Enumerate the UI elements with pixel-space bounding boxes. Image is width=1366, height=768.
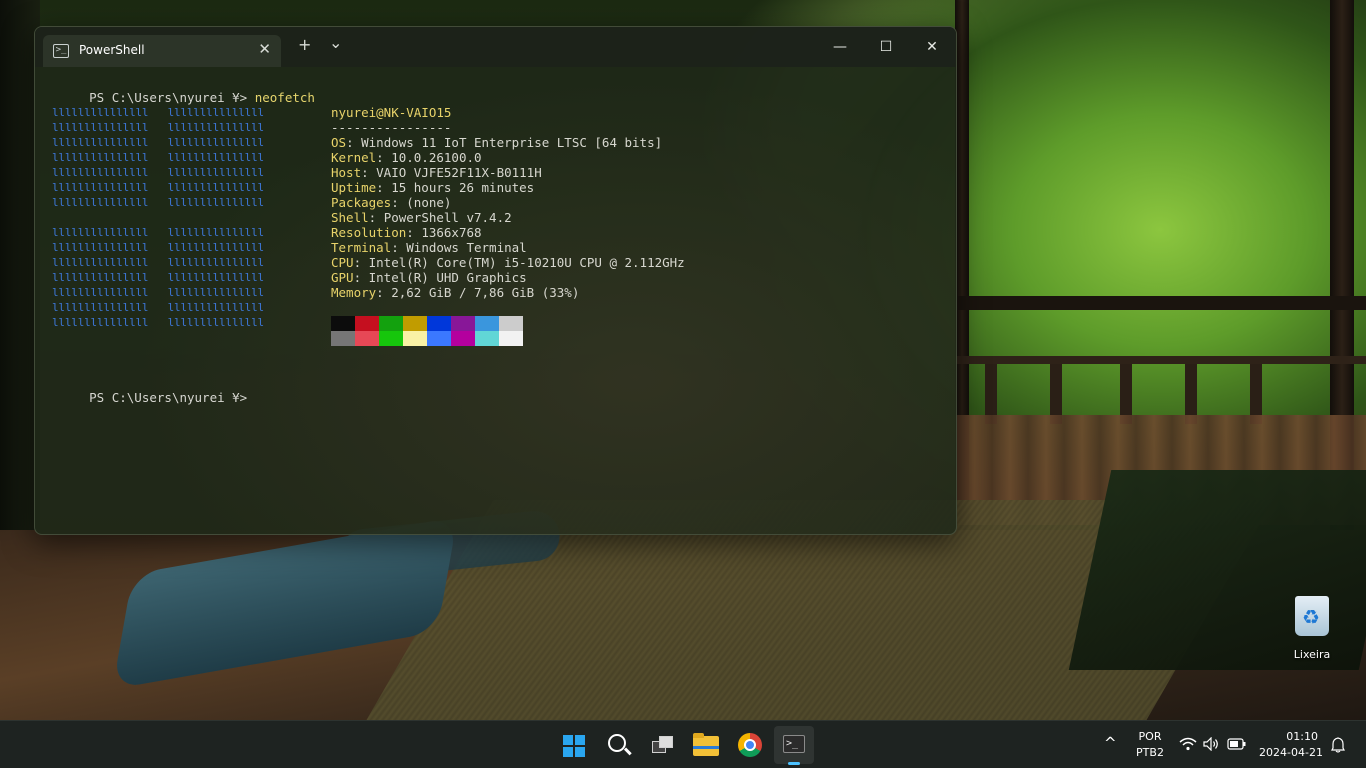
info-row: Memory: 2,62 GiB / 7,86 GiB (33%)	[331, 285, 685, 300]
chrome-icon	[738, 733, 762, 757]
prompt: PS C:\Users\nyurei ¥>	[89, 390, 248, 405]
task-view-button[interactable]	[642, 726, 682, 764]
color-swatch	[403, 331, 427, 346]
folder-icon	[693, 733, 719, 756]
active-indicator	[788, 762, 800, 765]
info-row: Resolution: 1366x768	[331, 225, 685, 240]
info-value: : VAIO VJFE52F11X-B0111H	[361, 165, 542, 180]
color-swatch	[403, 316, 427, 331]
title-bar[interactable]: >_ PowerShell ✕ + ⌄ — ☐ ✕	[35, 27, 956, 67]
chrome-button[interactable]	[730, 726, 770, 764]
info-value: : Intel(R) UHD Graphics	[353, 270, 527, 285]
user-host: nyurei@NK-VAIO15	[331, 105, 452, 120]
recycle-bin-desktop-icon[interactable]: Lixeira	[1286, 596, 1338, 661]
terminal-taskbar-button[interactable]: >_	[774, 726, 814, 765]
input-language[interactable]: POR PTB2	[1134, 730, 1166, 759]
info-row: OS: Windows 11 IoT Enterprise LTSC [64 b…	[331, 135, 685, 150]
color-swatch	[379, 316, 403, 331]
terminal-icon: >_	[783, 735, 805, 753]
info-value: : Windows Terminal	[391, 240, 527, 255]
info-key: CPU	[331, 255, 354, 270]
clock-date: 2024-04-21	[1259, 746, 1323, 759]
maximize-button[interactable]: ☐	[863, 33, 909, 61]
task-view-icon	[652, 736, 673, 753]
language-code: POR	[1138, 730, 1162, 743]
color-swatch	[355, 331, 379, 346]
wifi-icon[interactable]	[1179, 737, 1197, 751]
info-value: : PowerShell v7.4.2	[368, 210, 512, 225]
prompt: PS C:\Users\nyurei ¥>	[89, 90, 255, 105]
color-swatch	[331, 316, 355, 331]
color-swatch	[451, 331, 475, 346]
color-palette	[331, 316, 523, 346]
battery-icon[interactable]	[1227, 738, 1247, 750]
info-row: Terminal: Windows Terminal	[331, 240, 685, 255]
color-swatch	[475, 316, 499, 331]
tab-close-button[interactable]: ✕	[258, 40, 271, 58]
tab-title: PowerShell	[79, 43, 145, 57]
color-swatch	[427, 316, 451, 331]
info-key: GPU	[331, 270, 354, 285]
info-value: : 2,62 GiB / 7,86 GiB (33%)	[376, 285, 580, 300]
clock[interactable]: 01:10 2024-04-21	[1258, 730, 1324, 759]
file-explorer-button[interactable]	[686, 726, 726, 764]
info-row: Packages: (none)	[331, 195, 685, 210]
windows-start-icon	[563, 735, 585, 757]
powershell-icon: >_	[53, 44, 69, 58]
start-button[interactable]	[553, 726, 593, 764]
info-value: : Intel(R) Core(TM) i5-10210U CPU @ 2.11…	[353, 255, 685, 270]
search-button[interactable]	[598, 726, 638, 764]
color-swatch	[499, 316, 523, 331]
color-swatch	[451, 316, 475, 331]
info-row: Kernel: 10.0.26100.0	[331, 150, 685, 165]
volume-icon[interactable]	[1203, 737, 1219, 751]
info-value: : Windows 11 IoT Enterprise LTSC [64 bit…	[346, 135, 663, 150]
logo-top: lllllllllllllll lllllllllllllll llllllll…	[52, 106, 264, 209]
info-row: Shell: PowerShell v7.4.2	[331, 210, 685, 225]
info-value: : 1366x768	[406, 225, 482, 240]
info-key: Host	[331, 165, 362, 180]
color-swatch	[427, 331, 451, 346]
info-key: OS	[331, 135, 347, 150]
info-row: GPU: Intel(R) UHD Graphics	[331, 270, 685, 285]
clock-time: 01:10	[1286, 730, 1318, 743]
system-info: nyurei@NK-VAIO15 ---------------- OS: Wi…	[331, 105, 685, 300]
info-key: Packages	[331, 195, 392, 210]
info-key: Terminal	[331, 240, 392, 255]
color-swatch	[379, 331, 403, 346]
info-value: : 15 hours 26 minutes	[376, 180, 535, 195]
info-value: : (none)	[391, 195, 452, 210]
command-text: neofetch	[254, 90, 315, 105]
separator: ----------------	[331, 120, 452, 135]
taskbar: >_ ^ POR PTB2 01:10 2024-04-21	[0, 720, 1366, 768]
info-key: Uptime	[331, 180, 377, 195]
search-icon	[608, 734, 626, 752]
keyboard-layout: PTB2	[1136, 746, 1164, 759]
close-button[interactable]: ✕	[909, 33, 955, 61]
recycle-bin-label: Lixeira	[1293, 648, 1331, 661]
notification-bell-icon[interactable]	[1331, 737, 1345, 753]
tab-dropdown-button[interactable]: ⌄	[329, 33, 342, 52]
logo-bottom: lllllllllllllll lllllllllllllll llllllll…	[52, 226, 264, 329]
info-key: Resolution	[331, 225, 407, 240]
tray-overflow-chevron-icon[interactable]: ^	[1104, 734, 1117, 752]
color-swatch	[475, 331, 499, 346]
windows-ascii-logo: lllllllllllllll lllllllllllllll llllllll…	[52, 105, 264, 329]
info-key: Kernel	[331, 150, 377, 165]
tab-powershell[interactable]: >_ PowerShell ✕	[43, 35, 281, 67]
color-swatch	[499, 331, 523, 346]
recycle-bin-icon	[1295, 596, 1329, 636]
color-swatch	[355, 316, 379, 331]
info-value: : 10.0.26100.0	[376, 150, 482, 165]
info-row: Uptime: 15 hours 26 minutes	[331, 180, 685, 195]
info-key: Memory	[331, 285, 377, 300]
current-prompt: PS C:\Users\nyurei ¥>	[44, 375, 247, 420]
info-row: CPU: Intel(R) Core(TM) i5-10210U CPU @ 2…	[331, 255, 685, 270]
color-swatch	[331, 331, 355, 346]
info-row: Host: VAIO VJFE52F11X-B0111H	[331, 165, 685, 180]
new-tab-button[interactable]: +	[298, 35, 311, 54]
terminal-window[interactable]: >_ PowerShell ✕ + ⌄ — ☐ ✕ PS C:\Users\ny…	[34, 26, 957, 535]
info-key: Shell	[331, 210, 369, 225]
minimize-button[interactable]: —	[817, 33, 863, 61]
